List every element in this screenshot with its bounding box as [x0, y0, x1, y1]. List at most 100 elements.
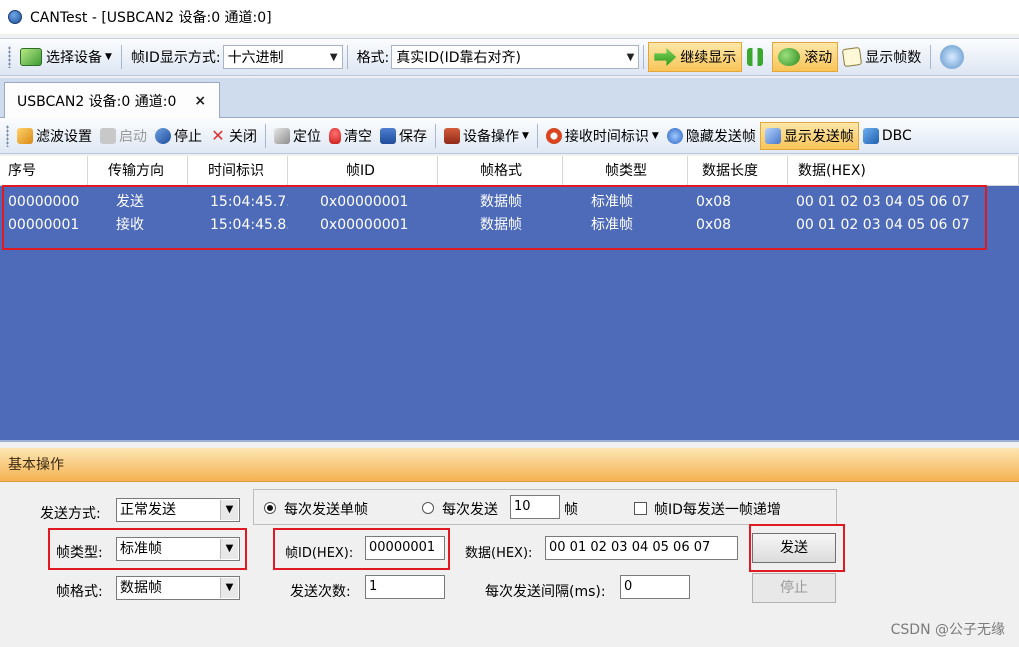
frame-type-select[interactable]: 标准帧 ▼	[116, 537, 240, 561]
device-operations-button[interactable]: 设备操作 ▼	[440, 122, 533, 150]
cell-timestamp: 15:04:45.8...	[210, 217, 288, 233]
cell-index: 00000000	[8, 194, 80, 210]
radio-send-single-frame[interactable]	[264, 502, 276, 514]
column-header-frame-type[interactable]: 帧类型	[563, 156, 688, 186]
frame-id-label: 帧ID(HEX):	[285, 546, 354, 561]
start-button[interactable]: 启动	[96, 122, 151, 150]
tab-strip: USBCAN2 设备:0 通道:0 ×	[0, 78, 1019, 118]
caret-down-icon: ▼	[522, 130, 529, 141]
continue-display-button[interactable]: 继续显示	[648, 42, 743, 72]
send-interval-label: 每次发送间隔(ms):	[485, 584, 606, 600]
stop-button[interactable]: 停止	[151, 122, 206, 150]
column-header-index[interactable]: 序号	[0, 156, 88, 186]
frame-format-select[interactable]: 数据帧 ▼	[116, 576, 240, 600]
multi-frame-count-input[interactable]: 10	[510, 495, 560, 519]
arrow-right-icon	[654, 48, 677, 66]
show-frame-count-label: 显示帧数	[865, 50, 922, 66]
id-increment-checkbox[interactable]	[634, 502, 647, 515]
start-label: 启动	[119, 128, 147, 145]
message-grid[interactable]: 序号 传输方向 时间标识 帧ID 帧格式 帧类型 数据长度 数据(HEX) 00…	[0, 156, 1019, 442]
id-display-select[interactable]: 十六进制 ▼	[222, 45, 343, 69]
close-device-label: 关闭	[229, 128, 257, 145]
show-sent-frames-label: 显示发送帧	[783, 128, 854, 145]
cell-data-hex: 00 01 02 03 04 05 06 07	[796, 194, 970, 210]
clear-bulb-icon	[329, 127, 341, 144]
dbc-icon	[862, 127, 879, 144]
send-interval-input[interactable]: 0	[620, 575, 690, 599]
filter-pen-icon	[17, 127, 33, 144]
save-disk-icon	[380, 127, 396, 144]
radio-send-multiple-frames-label[interactable]: 每次发送	[442, 499, 498, 519]
select-device-label: 选择设备	[46, 50, 102, 66]
stop-send-button[interactable]: 停止	[752, 573, 836, 603]
app-icon	[8, 10, 22, 24]
column-header-direction[interactable]: 传输方向	[88, 156, 188, 186]
pause-button[interactable]	[742, 42, 772, 72]
select-device-button[interactable]: 选择设备 ▼	[15, 42, 117, 72]
hide-arrow-icon	[666, 127, 683, 144]
column-header-frame-id[interactable]: 帧ID	[288, 156, 438, 186]
toolbar-separator	[536, 123, 538, 148]
basic-operations-header: 基本操作	[0, 448, 1019, 482]
channel-toolbar: 滤波设置 启动 停止 ✕ 关闭 定位 清空 保存 设备操作 ▼ 接收时间标识 ▼…	[0, 118, 1019, 154]
column-header-data-length[interactable]: 数据长度	[688, 156, 788, 186]
cell-frame-type: 标准帧	[591, 217, 633, 233]
frame-format-value: 数据帧	[120, 580, 162, 596]
start-people-icon	[100, 127, 116, 144]
send-button[interactable]: 发送	[752, 533, 836, 563]
hide-sent-frames-label: 隐藏发送帧	[685, 128, 756, 145]
frame-unit-label: 帧	[564, 502, 578, 518]
save-label: 保存	[399, 128, 427, 145]
tab-usbcan2-channel-0[interactable]: USBCAN2 设备:0 通道:0 ×	[4, 82, 220, 118]
save-button[interactable]: 保存	[376, 122, 431, 150]
main-toolbar: 选择设备 ▼ 帧ID显示方式: 十六进制 ▼ 格式: 真实ID(ID靠右对齐) …	[0, 38, 1019, 76]
caret-down-icon: ▼	[105, 52, 112, 62]
title-bar: CANTest - [USBCAN2 设备:0 通道:0]	[0, 0, 1019, 34]
locate-button[interactable]: 定位	[270, 122, 325, 150]
send-mode-select[interactable]: 正常发送 ▼	[116, 498, 240, 522]
format-select[interactable]: 真实ID(ID靠右对齐) ▼	[391, 45, 640, 69]
scroll-button[interactable]: 滚动	[772, 42, 839, 72]
close-x-icon: ✕	[211, 125, 225, 145]
cell-frame-id: 0x00000001	[320, 194, 409, 210]
column-header-data-hex[interactable]: 数据(HEX)	[788, 156, 1019, 186]
scroll-people-icon	[778, 48, 801, 66]
toolbar-grip[interactable]	[8, 46, 11, 68]
grid-header: 序号 传输方向 时间标识 帧ID 帧格式 帧类型 数据长度 数据(HEX)	[0, 156, 1019, 186]
cell-direction: 发送	[116, 194, 144, 210]
pause-icon	[747, 48, 764, 66]
toolbar-grip[interactable]	[6, 124, 9, 147]
show-frame-count-button[interactable]: 显示帧数	[838, 42, 926, 72]
cell-direction: 接收	[116, 217, 144, 233]
stop-people-icon	[155, 127, 171, 144]
hide-sent-frames-button[interactable]: 隐藏发送帧	[663, 122, 760, 150]
note-icon	[842, 46, 863, 68]
data-hex-input[interactable]: 00 01 02 03 04 05 06 07	[545, 536, 738, 560]
rx-timestamp-button[interactable]: 接收时间标识 ▼	[542, 122, 663, 150]
clock-icon	[545, 127, 562, 144]
id-increment-label[interactable]: 帧ID每发送一帧递增	[654, 499, 781, 519]
toolbar-separator	[265, 123, 266, 148]
dbc-button[interactable]: DBC	[859, 122, 916, 150]
tools-button[interactable]	[935, 42, 973, 72]
filter-settings-button[interactable]: 滤波设置	[13, 122, 96, 150]
basic-operations-panel: 发送方式: 正常发送 ▼ 帧类型: 标准帧 ▼ 帧格式: 数据帧 ▼ 每次发送单…	[0, 482, 1019, 647]
frame-id-input[interactable]: 00000001	[365, 536, 445, 560]
frame-format-label: 帧格式:	[56, 584, 103, 600]
radio-send-single-frame-label[interactable]: 每次发送单帧	[284, 499, 368, 519]
watermark: CSDN @公子无缘	[890, 622, 1005, 638]
close-icon[interactable]: ×	[194, 93, 206, 109]
show-sent-frames-button[interactable]: 显示发送帧	[759, 121, 859, 150]
table-row[interactable]: 00000000 发送 15:04:45.7... 0x00000001 数据帧…	[0, 191, 1019, 214]
close-device-button[interactable]: ✕ 关闭	[206, 122, 261, 150]
cell-frame-id: 0x00000001	[320, 217, 409, 233]
table-row[interactable]: 00000001 接收 15:04:45.8... 0x00000001 数据帧…	[0, 214, 1019, 237]
column-header-timestamp[interactable]: 时间标识	[188, 156, 288, 186]
scroll-label: 滚动	[804, 50, 833, 66]
column-header-frame-format[interactable]: 帧格式	[438, 156, 563, 186]
cell-index: 00000001	[8, 217, 80, 233]
clear-button[interactable]: 清空	[325, 122, 376, 150]
radio-send-multiple-frames[interactable]	[422, 502, 434, 514]
toolbar-separator	[346, 45, 348, 69]
send-count-input[interactable]: 1	[365, 575, 445, 599]
